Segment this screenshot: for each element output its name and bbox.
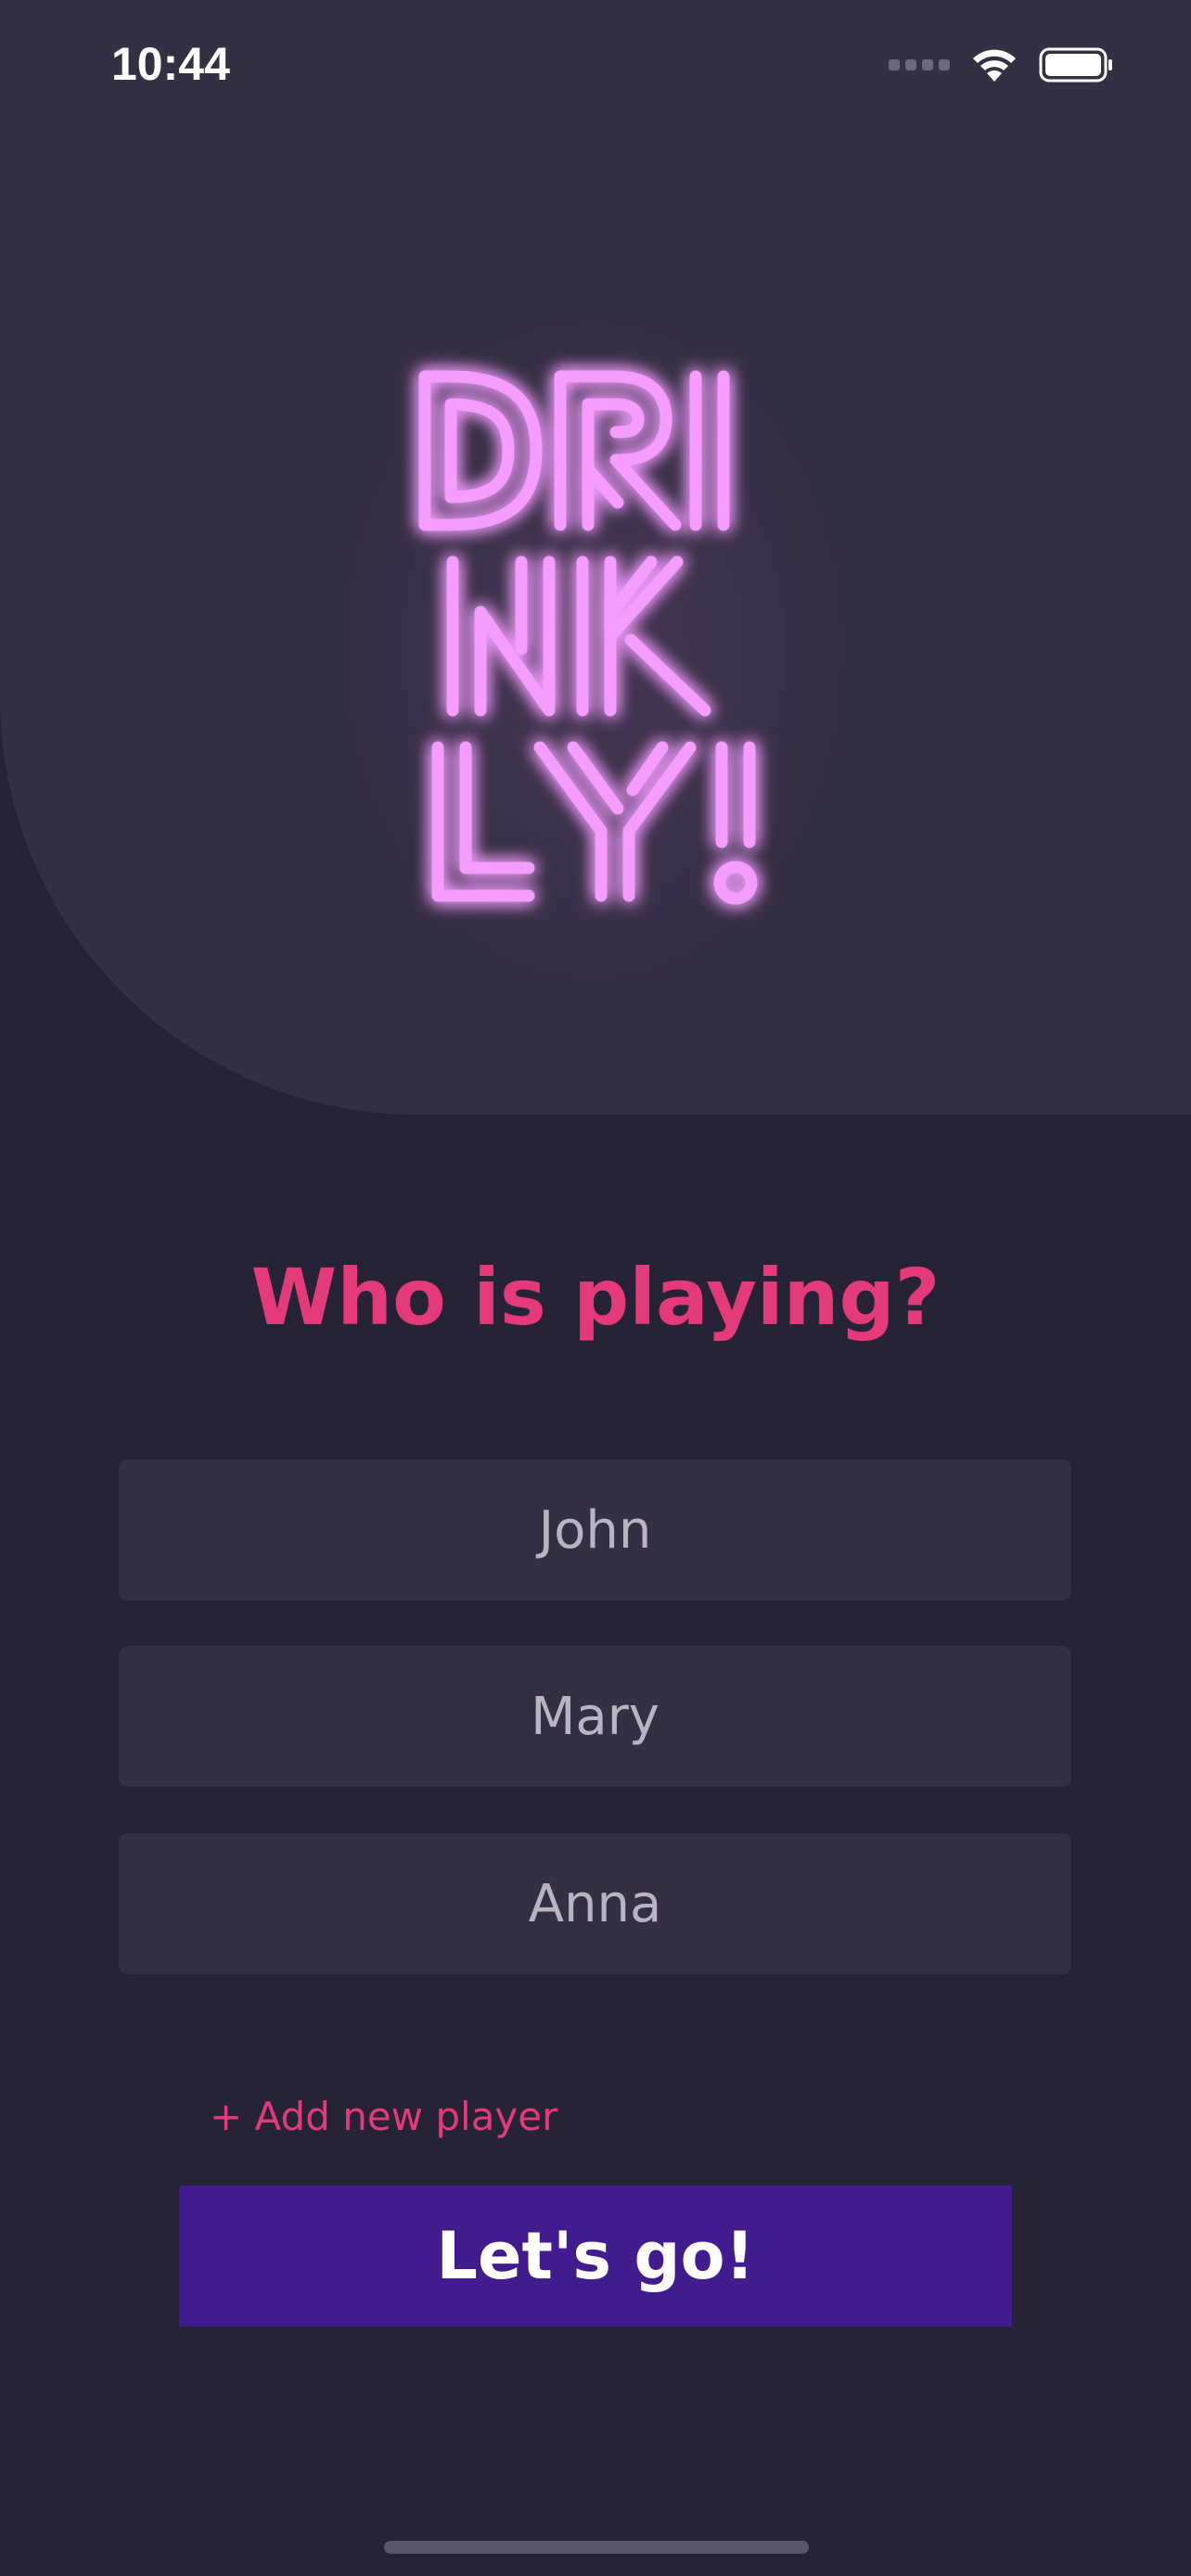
app-screen: 10:44 Who is playing? John Mary Anna + A… — [0, 0, 1191, 2576]
player-name-field-2[interactable] — [119, 1646, 1071, 1787]
wifi-icon — [973, 49, 1016, 82]
battery-icon — [1039, 47, 1112, 83]
player-name-field-3[interactable] — [119, 1833, 1071, 1974]
player-name-field-1[interactable] — [119, 1460, 1071, 1600]
drinkly-logo — [418, 370, 758, 905]
lets-go-button[interactable]: Let's go! — [179, 2186, 1012, 2327]
status-icons — [889, 46, 1115, 83]
page-title: Who is playing? — [250, 1252, 941, 1343]
status-time: 10:44 — [111, 38, 230, 90]
cellular-signal-icon — [889, 59, 950, 70]
add-player-link[interactable]: + Add new player — [210, 2094, 557, 2139]
home-indicator[interactable] — [384, 2541, 809, 2554]
